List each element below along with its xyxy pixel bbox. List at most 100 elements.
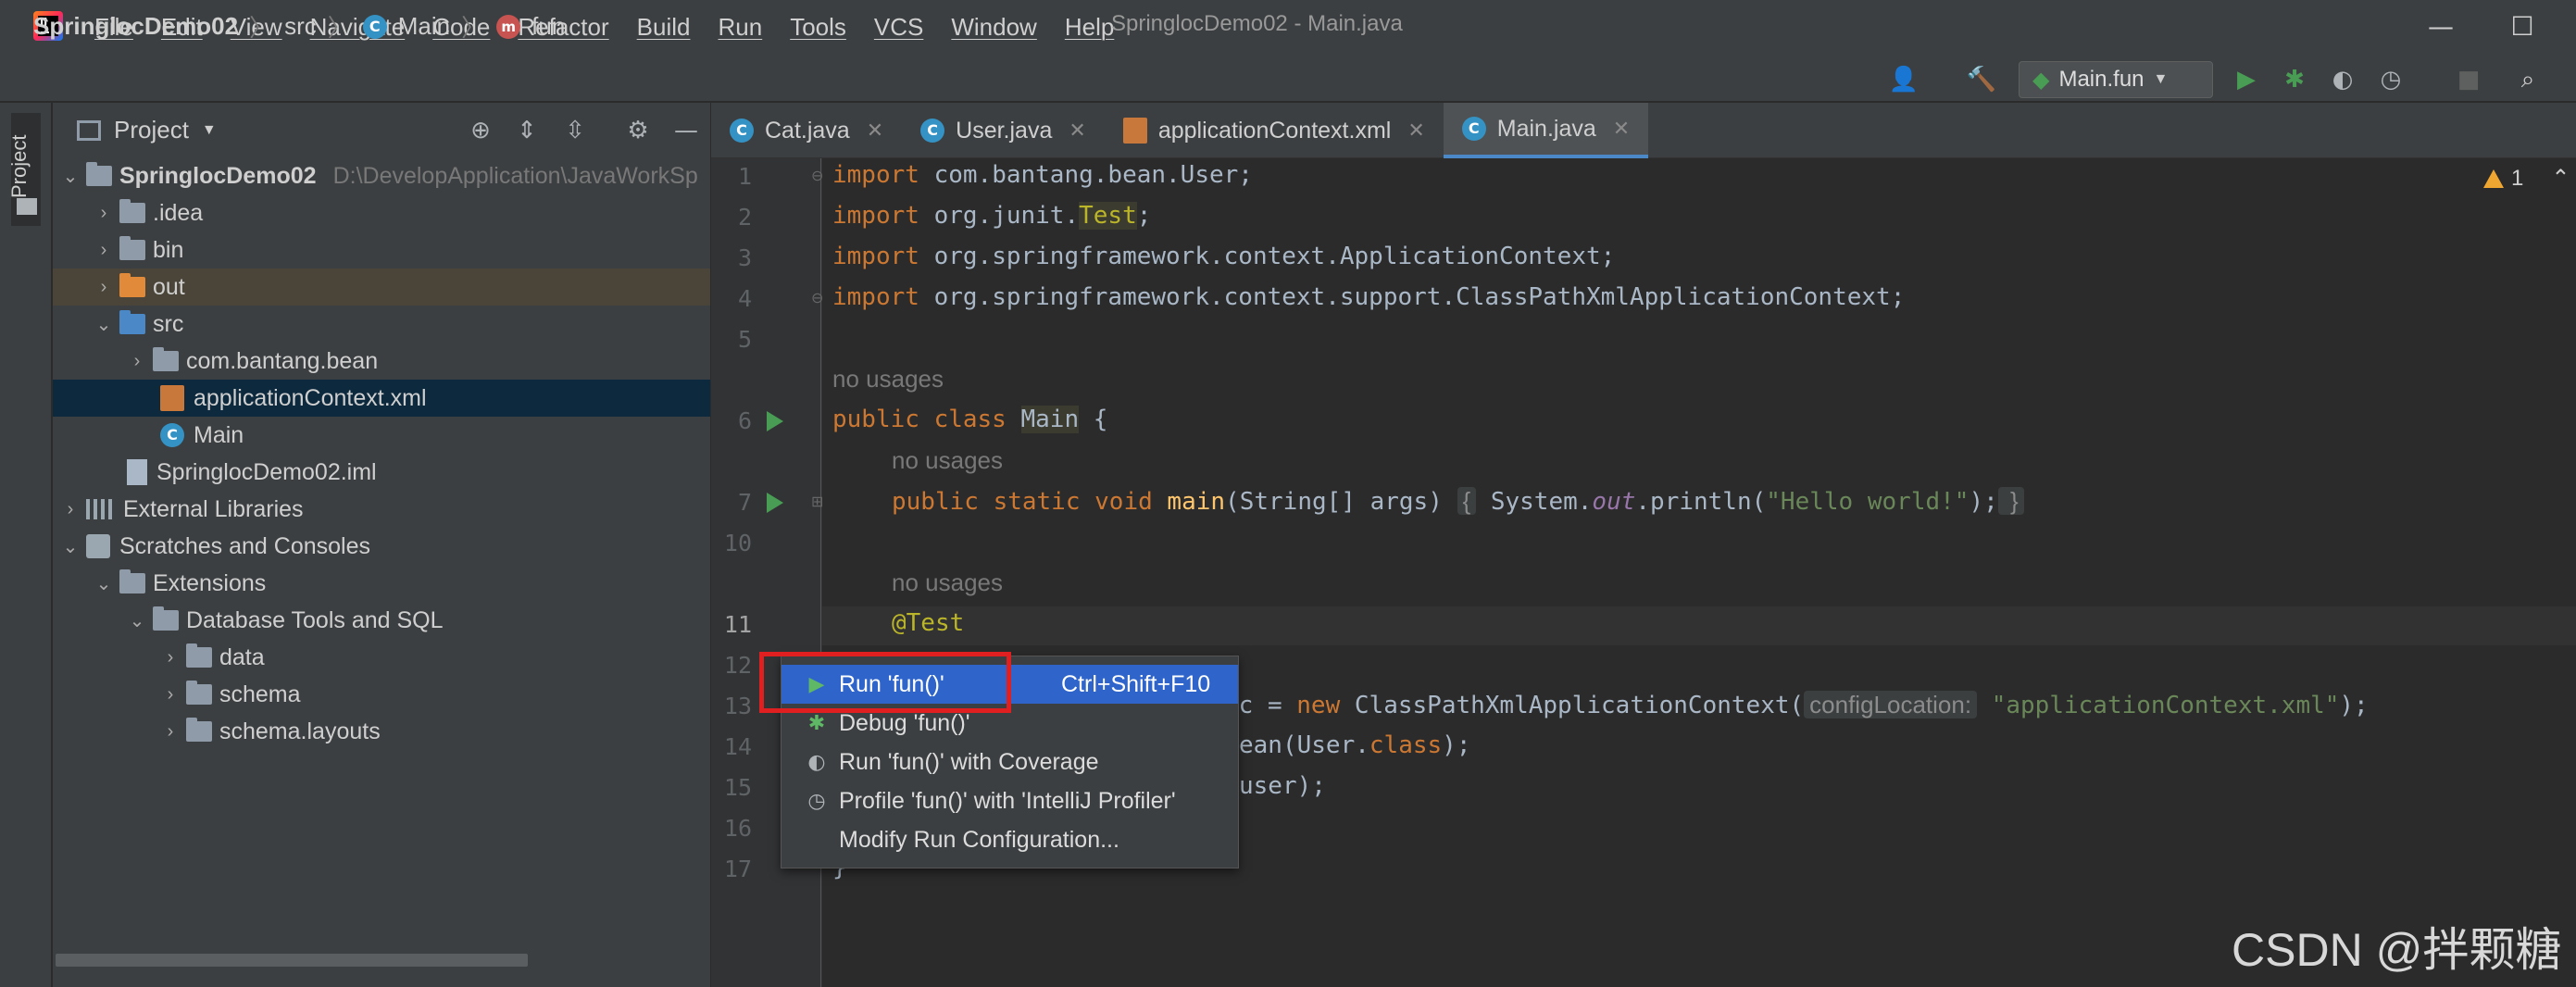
menu-help[interactable]: Help [1065,13,1114,42]
popup-item-modify-config[interactable]: Modify Run Configuration... [782,820,1238,859]
tree-item-external-libraries[interactable]: › External Libraries [53,491,710,528]
chevron-up-icon[interactable]: ⌃ [2551,165,2570,192]
line-number: 17 [723,856,752,882]
tab-user-java[interactable]: C User.java ✕ [902,103,1105,158]
tree-label: out [153,273,185,300]
expand-all-icon[interactable]: ⇕ [511,115,543,146]
tree-item-src[interactable]: ⌄ src [53,306,710,343]
hide-minus-icon[interactable]: — [670,115,702,146]
project-view-selector[interactable]: Project ▼ [77,116,217,144]
fold-icon[interactable]: ⊖ [811,167,823,184]
run-configuration-select[interactable]: ◆ Main.fun ▼ [2019,61,2213,98]
usage-hint[interactable]: no usages [892,568,1003,597]
minimize-button[interactable]: — [2422,7,2459,44]
maximize-button[interactable]: ☐ [2504,7,2541,44]
menu-vcs[interactable]: VCS [874,13,923,42]
editor-tabs: C Cat.java ✕ C User.java ✕ applicationCo… [711,103,2576,158]
close-icon[interactable]: ✕ [1069,119,1085,143]
tab-application-context-xml[interactable]: applicationContext.xml ✕ [1105,103,1444,158]
tree-label: SpringlocDemo02.iml [156,458,377,485]
coverage-icon[interactable]: ◐ [2328,65,2357,94]
class-icon: C [362,14,387,39]
tool-window-strip [0,103,52,987]
fold-icon[interactable]: ⊖ [811,289,823,306]
debug-bug-icon: ✱ [807,711,826,735]
chevron-right-icon: › [133,350,141,371]
tree-item-iml[interactable]: SpringlocDemo02.iml [53,454,710,491]
profiler-icon[interactable]: ◷ [2376,65,2406,94]
line-number: 15 [723,774,752,801]
fold-icon[interactable]: ⊞ [811,493,823,510]
tree-item-extensions[interactable]: ⌄ Extensions [53,565,710,602]
breadcrumb-method[interactable]: fun [531,12,565,41]
close-icon[interactable]: ✕ [867,119,883,143]
usage-hint[interactable]: no usages [892,446,1003,475]
line-number: 1 [737,163,752,190]
popup-item-label: Run 'fun()' with Coverage [839,748,1099,775]
run-icon[interactable]: ▶ [2232,65,2261,94]
tab-main-java[interactable]: C Main.java ✕ [1443,103,1649,158]
warning-icon [2483,169,2504,188]
line-number: 4 [737,285,752,312]
run-config-label: Main.fun [2058,67,2145,92]
build-hammer-icon[interactable]: 🔨 [1967,65,1996,94]
close-icon[interactable]: ✕ [1613,117,1630,141]
menu-run[interactable]: Run [718,13,762,42]
popup-item-label: Debug 'fun()' [839,709,970,736]
line-number: 16 [723,815,752,842]
tree-label: bin [153,236,184,263]
tree-item-data[interactable]: › data [53,639,710,676]
chevron-right-icon: › [100,239,107,260]
chevron-down-icon: ⌄ [62,166,79,187]
tree-item-out[interactable]: › out [53,269,710,306]
tree-item-database-tools[interactable]: ⌄ Database Tools and SQL [53,602,710,639]
tree-label: applicationContext.xml [194,384,427,411]
tree-label: Database Tools and SQL [186,606,444,633]
breadcrumb-src[interactable]: src [284,12,317,41]
line-number: 13 [723,693,752,719]
popup-item-profile[interactable]: Profile 'fun()' with 'IntelliJ Profiler' [782,781,1238,820]
run-gutter-icon[interactable] [767,493,783,513]
tab-cat-java[interactable]: C Cat.java ✕ [711,103,902,158]
menu-window[interactable]: Window [951,13,1036,42]
search-icon[interactable]: ⌕ [2513,65,2543,94]
chevron-right-icon: 〉 [461,14,486,42]
close-icon[interactable]: ✕ [1407,119,1424,143]
line-number: 2 [737,204,752,231]
breadcrumb-class[interactable]: Main [398,12,450,41]
run-gutter-icon[interactable] [767,411,783,431]
collapse-all-icon[interactable]: ⇳ [559,115,591,146]
tree-item-scratches[interactable]: ⌄ Scratches and Consoles [53,528,710,565]
project-horizontal-scrollbar[interactable] [56,954,528,967]
warnings-count: 1 [2511,165,2524,191]
gear-icon[interactable]: ⚙ [622,115,654,146]
menu-tools[interactable]: Tools [790,13,846,42]
chevron-right-icon: 〉 [249,14,274,42]
tree-item-schema-layouts[interactable]: › schema.layouts [53,713,710,750]
xml-file-icon [160,385,184,411]
stop-icon[interactable]: ■ [2454,65,2483,94]
debug-bug-icon[interactable]: ✱ [2280,65,2309,94]
tree-item-package[interactable]: › com.bantang.bean [53,343,710,380]
tree-item-bin[interactable]: › bin [53,231,710,269]
code-line-7: public static void main(String[] args) {… [892,487,2024,516]
chevron-down-icon: ⌄ [95,573,112,594]
breadcrumb-project[interactable]: SpringlocDemo02 [33,12,238,41]
menu-build[interactable]: Build [637,13,691,42]
line-number: 10 [723,530,752,556]
tree-item-project-root[interactable]: ⌄ SpringlocDemo02 D:\DevelopApplication\… [53,157,710,194]
tree-item-main[interactable]: C Main [53,417,710,454]
tree-item-idea[interactable]: › .idea [53,194,710,231]
locate-target-icon[interactable]: ⊕ [465,115,496,146]
code-line-6: public class Main { [832,406,1108,433]
tab-label: Main.java [1496,115,1596,142]
tree-item-schema[interactable]: › schema [53,676,710,713]
popup-item-coverage[interactable]: Run 'fun()' with Coverage [782,743,1238,781]
usage-hint[interactable]: no usages [832,365,944,394]
tree-label: schema [219,681,301,707]
chevron-down-icon: ▼ [2153,71,2169,87]
window-title: SpringlocDemo02 - Main.java [1111,11,1403,36]
user-icon[interactable]: 👤 [1889,65,1919,94]
tree-item-application-context[interactable]: applicationContext.xml [53,380,710,417]
inspection-widget[interactable]: 1 ⌃ [2483,165,2570,192]
